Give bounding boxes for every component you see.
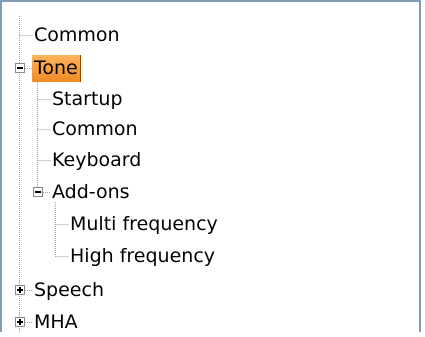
collapse-toggle-icon[interactable] [15, 63, 25, 73]
tree-item-label: High frequency [70, 244, 216, 267]
tree-item-label: Common [52, 117, 138, 140]
expand-toggle-icon[interactable] [15, 285, 25, 295]
tree-item-label: Multi frequency [70, 212, 218, 235]
tree-item-tone-common[interactable]: Common [50, 114, 140, 144]
tree-item-label: Speech [34, 278, 104, 301]
tree-item-mha[interactable]: MHA [32, 307, 80, 337]
settings-tree-view[interactable]: Common Tone Startup Common Keyboard Add-… [0, 0, 421, 334]
tree-item-multi-frequency[interactable]: Multi frequency [68, 209, 220, 239]
tree-item-keyboard[interactable]: Keyboard [50, 145, 143, 175]
tree-item-label: Common [34, 23, 120, 46]
tree-item-speech[interactable]: Speech [32, 275, 106, 305]
tree-item-add-ons[interactable]: Add-ons [50, 177, 132, 207]
tree-item-label: Startup [52, 87, 123, 110]
tree-item-tone[interactable]: Tone [32, 53, 81, 83]
expand-toggle-icon[interactable] [15, 317, 25, 327]
tree-item-high-frequency[interactable]: High frequency [68, 241, 217, 271]
collapse-toggle-icon[interactable] [33, 187, 43, 197]
tree-item-startup[interactable]: Startup [50, 84, 125, 114]
tree-item-label: Keyboard [52, 148, 142, 171]
tree-item-label: Tone [32, 54, 81, 82]
tree-item-common[interactable]: Common [32, 20, 122, 50]
tree-item-label: Add-ons [52, 180, 130, 203]
tree-item-label: MHA [34, 310, 78, 333]
